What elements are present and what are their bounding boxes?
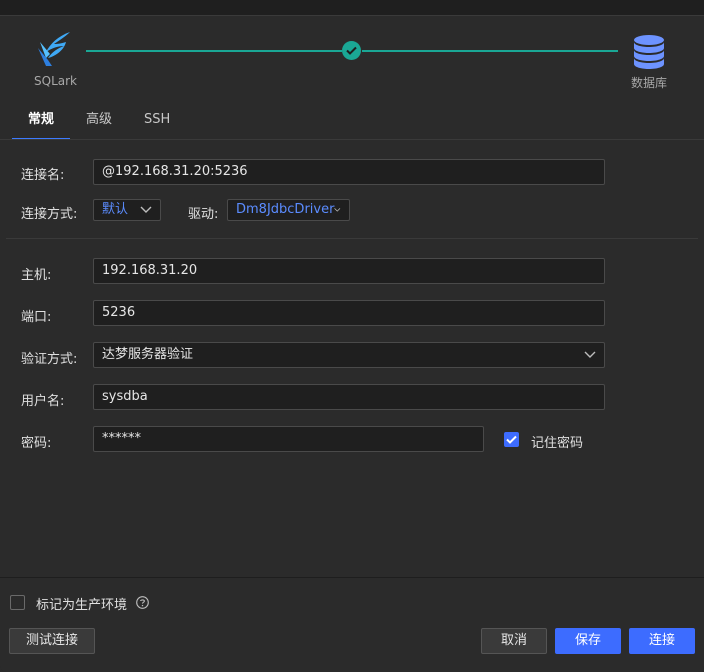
driver-value: Dm8JdbcDriver xyxy=(236,202,335,217)
checkmark-icon xyxy=(506,435,517,444)
sqlark-logo-icon xyxy=(38,32,70,66)
chevron-down-icon xyxy=(584,351,596,358)
host-input[interactable]: 192.168.31.20 xyxy=(93,258,605,284)
database-label: 数据库 xyxy=(631,76,668,90)
host-label: 主机: xyxy=(21,268,52,283)
port-label: 端口: xyxy=(21,310,52,325)
mark-production-label: 标记为生产环境 xyxy=(36,598,128,613)
step-complete-icon xyxy=(342,41,361,60)
tab-general[interactable]: 常规 xyxy=(12,108,71,140)
tab-ssh[interactable]: SSH xyxy=(128,108,186,138)
mark-production-checkbox[interactable] xyxy=(10,595,25,610)
driver-label: 驱动: xyxy=(188,207,219,222)
save-button[interactable]: 保存 xyxy=(555,628,621,654)
password-label: 密码: xyxy=(21,436,52,451)
port-input[interactable]: 5236 xyxy=(93,300,605,326)
title-bar xyxy=(0,0,704,16)
connection-method-label: 连接方式: xyxy=(21,207,78,222)
tab-bar: 常规 高级 SSH xyxy=(12,108,186,140)
test-connection-button[interactable]: 测试连接 xyxy=(9,628,95,654)
tab-advanced[interactable]: 高级 xyxy=(70,108,128,138)
auth-method-select[interactable]: 达梦服务器验证 xyxy=(93,342,605,368)
auth-method-value: 达梦服务器验证 xyxy=(102,347,194,362)
driver-select[interactable]: Dm8JdbcDriver xyxy=(227,199,350,221)
tabs-divider xyxy=(0,139,704,140)
progress-line-left xyxy=(86,50,342,52)
progress-line-right xyxy=(362,50,618,52)
footer-divider xyxy=(0,577,704,578)
connection-name-input[interactable]: @192.168.31.20:5236 xyxy=(93,159,605,185)
database-icon xyxy=(634,35,664,69)
cancel-button[interactable]: 取消 xyxy=(481,628,547,654)
section-divider xyxy=(6,238,698,239)
username-input[interactable]: sysdba xyxy=(93,384,605,410)
chevron-down-icon xyxy=(140,206,152,213)
connection-name-label: 连接名: xyxy=(21,168,65,183)
remember-password-checkbox[interactable] xyxy=(504,432,519,447)
auth-method-label: 验证方式: xyxy=(21,352,78,367)
username-label: 用户名: xyxy=(21,394,65,409)
connection-method-select[interactable]: 默认 xyxy=(93,199,161,221)
remember-password-label: 记住密码 xyxy=(531,436,584,451)
logo-label: SQLark xyxy=(34,74,77,88)
password-input[interactable]: ****** xyxy=(93,426,484,452)
connection-dialog: SQLark 数据库 常规 高级 SSH 连接名: @192.168.31.20… xyxy=(0,0,704,672)
connection-method-value: 默认 xyxy=(102,202,129,217)
chevron-down-icon xyxy=(334,208,341,212)
connect-button[interactable]: 连接 xyxy=(629,628,695,654)
help-icon[interactable] xyxy=(136,596,149,609)
